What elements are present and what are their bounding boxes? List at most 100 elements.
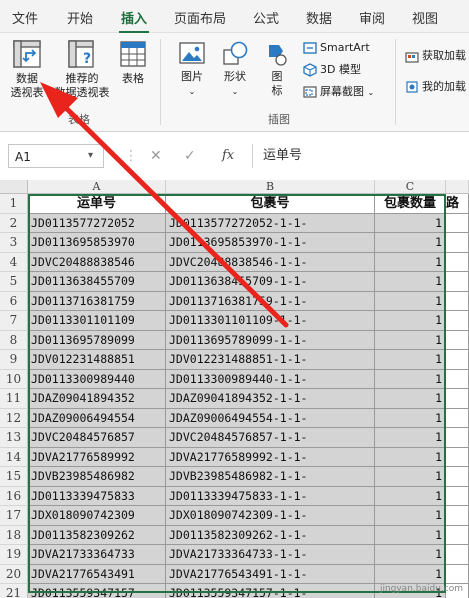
row-header[interactable]: 16	[0, 486, 28, 506]
table-cell[interactable]: 1	[375, 369, 446, 389]
header-cell[interactable]: 包裹数量	[375, 194, 446, 214]
table-cell[interactable]: JDAZ09006494554	[28, 408, 166, 428]
my-addins-button[interactable]: 我的加载	[405, 78, 466, 96]
table-cell[interactable]: JD0113716381759	[28, 291, 166, 311]
table-cell[interactable]: JDVC20488838546	[28, 252, 166, 272]
table-cell[interactable]	[446, 545, 469, 565]
table-cell[interactable]: JDX018090742309	[28, 506, 166, 526]
table-cell[interactable]: 1	[375, 525, 446, 545]
table-cell[interactable]: 1	[375, 408, 446, 428]
table-cell[interactable]: JDAZ09006494554-1-1-	[166, 408, 375, 428]
table-cell[interactable]: 1	[375, 486, 446, 506]
formula-input[interactable]: 运单号	[252, 144, 469, 168]
row-header[interactable]: 4	[0, 252, 28, 272]
table-cell[interactable]	[446, 408, 469, 428]
table-cell[interactable]: JD0113301101109-1-1-	[166, 311, 375, 331]
tab-view[interactable]: 视图	[412, 8, 438, 27]
table-cell[interactable]: JDVB23985486982-1-1-	[166, 467, 375, 487]
table-cell[interactable]	[446, 213, 469, 233]
table-cell[interactable]	[446, 233, 469, 253]
table-cell[interactable]: JD0113695789099	[28, 330, 166, 350]
header-cell[interactable]: 包裹号	[166, 194, 375, 214]
enter-icon[interactable]: ✓	[184, 144, 196, 168]
row-header[interactable]: 17	[0, 506, 28, 526]
column-header-a[interactable]: A	[28, 180, 166, 194]
table-cell[interactable]	[446, 447, 469, 467]
table-cell[interactable]: 1	[375, 447, 446, 467]
table-cell[interactable]: JD0113695853970-1-1-	[166, 233, 375, 253]
table-cell[interactable]: JD0113582309262	[28, 525, 166, 545]
table-cell[interactable]: 1	[375, 428, 446, 448]
column-header-d[interactable]	[446, 180, 469, 194]
get-addins-button[interactable]: 获取加载	[405, 47, 466, 65]
3d-model-button[interactable]: 3D 模型	[303, 61, 361, 79]
chevron-down-icon[interactable]: ▾	[88, 144, 93, 168]
table-cell[interactable]	[446, 350, 469, 370]
recommended-pivot-button[interactable]: ? 推荐的 数据透视表	[50, 39, 114, 100]
table-cell[interactable]: 1	[375, 350, 446, 370]
smartart-button[interactable]: SmartArt	[303, 39, 370, 57]
table-cell[interactable]: JD0113716381759-1-1-	[166, 291, 375, 311]
shapes-button[interactable]: 形状 ⌄	[218, 41, 252, 99]
row-header[interactable]: 6	[0, 291, 28, 311]
table-cell[interactable]: 1	[375, 467, 446, 487]
table-cell[interactable]	[446, 486, 469, 506]
table-cell[interactable]: JD0113577272052	[28, 213, 166, 233]
table-cell[interactable]: 1	[375, 233, 446, 253]
table-cell[interactable]: 1	[375, 330, 446, 350]
tab-formulas[interactable]: 公式	[253, 8, 279, 27]
table-cell[interactable]: 1	[375, 506, 446, 526]
table-cell[interactable]: 1	[375, 311, 446, 331]
table-cell[interactable]: JD0113638455709-1-1-	[166, 272, 375, 292]
row-header[interactable]: 20	[0, 564, 28, 584]
table-cell[interactable]: 1	[375, 272, 446, 292]
table-cell[interactable]: JD0113300989440-1-1-	[166, 369, 375, 389]
table-cell[interactable]: JDV012231488851	[28, 350, 166, 370]
row-header[interactable]: 15	[0, 467, 28, 487]
table-cell[interactable]	[446, 467, 469, 487]
row-header[interactable]: 18	[0, 525, 28, 545]
table-cell[interactable]	[446, 311, 469, 331]
table-cell[interactable]: JDVA21733364733	[28, 545, 166, 565]
table-cell[interactable]	[446, 506, 469, 526]
screenshot-button[interactable]: 屏幕截图 ⌄	[303, 83, 374, 101]
icons-button[interactable]: 图 标	[260, 41, 294, 98]
table-cell[interactable]: JD0113301101109	[28, 311, 166, 331]
table-cell[interactable]: JD0113695853970	[28, 233, 166, 253]
table-cell[interactable]: JD0113559347157-1-1-	[166, 584, 375, 598]
table-cell[interactable]: JDVA21776589992-1-1-	[166, 447, 375, 467]
table-cell[interactable]	[446, 369, 469, 389]
table-cell[interactable]	[446, 252, 469, 272]
worksheet-grid[interactable]: A B C 1 运单号 包裹号 包裹数量路 2 JD0113577272052 JD0113…	[0, 180, 469, 598]
row-header[interactable]: 21	[0, 584, 28, 598]
table-cell[interactable]: JDVC20488838546-1-1-	[166, 252, 375, 272]
row-header[interactable]: 8	[0, 330, 28, 350]
table-cell[interactable]: JDVB23985486982	[28, 467, 166, 487]
table-cell[interactable]: 1	[375, 252, 446, 272]
table-cell[interactable]	[446, 564, 469, 584]
table-cell[interactable]: 1	[375, 545, 446, 565]
row-header[interactable]: 11	[0, 389, 28, 409]
table-cell[interactable]	[446, 272, 469, 292]
select-all-corner[interactable]	[0, 180, 28, 194]
table-cell[interactable]	[446, 525, 469, 545]
row-header[interactable]: 1	[0, 194, 28, 214]
tab-data[interactable]: 数据	[306, 8, 332, 27]
table-button[interactable]: 表格	[118, 39, 148, 86]
table-cell[interactable]: JDVC20484576857	[28, 428, 166, 448]
column-header-b[interactable]: B	[166, 180, 375, 194]
table-cell[interactable]: JD0113339475833	[28, 486, 166, 506]
row-header[interactable]: 2	[0, 213, 28, 233]
table-cell[interactable]: JDVA21776589992	[28, 447, 166, 467]
header-cell[interactable]: 运单号	[28, 194, 166, 214]
table-cell[interactable]: JD0113582309262-1-1-	[166, 525, 375, 545]
insert-function-icon[interactable]: fx	[222, 144, 234, 168]
row-header[interactable]: 14	[0, 447, 28, 467]
table-cell[interactable]: JD0113577272052-1-1-	[166, 213, 375, 233]
table-cell[interactable]	[446, 428, 469, 448]
column-header-c[interactable]: C	[375, 180, 446, 194]
table-cell[interactable]: 1	[375, 389, 446, 409]
cancel-icon[interactable]: ✕	[150, 144, 162, 168]
table-cell[interactable]: JDV012231488851-1-1-	[166, 350, 375, 370]
table-cell[interactable]: 1	[375, 213, 446, 233]
